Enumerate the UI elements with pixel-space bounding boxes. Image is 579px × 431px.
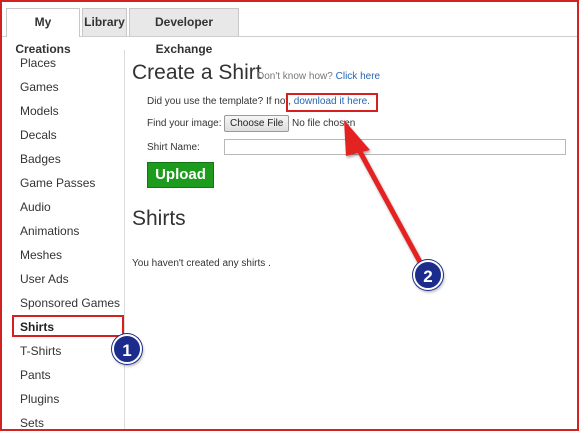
- arrow-shape: [344, 120, 423, 265]
- annotation-arrow: [344, 120, 423, 265]
- step-badge-2: 2: [413, 260, 443, 290]
- step-badge-1: 1: [112, 334, 142, 364]
